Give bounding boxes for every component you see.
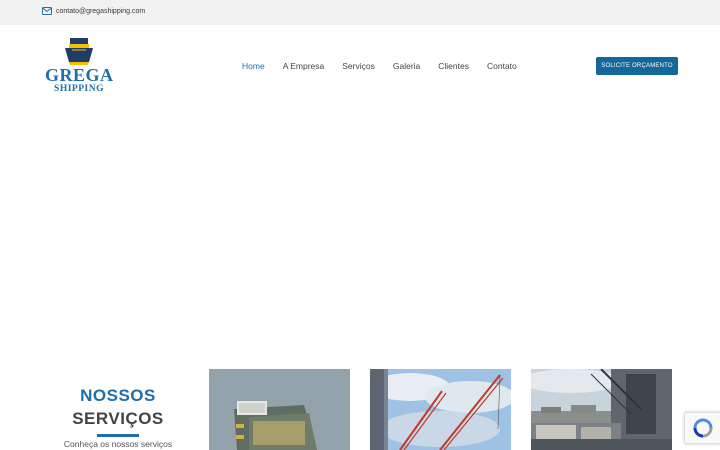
logo[interactable]: GREGA SHIPPING bbox=[44, 38, 114, 98]
service-image-port[interactable] bbox=[531, 369, 672, 450]
main-nav: Home A Empresa Serviços Galeria Clientes… bbox=[242, 61, 517, 71]
services-heading: NOSSOS SERVIÇOS Conheça os nossos serviç… bbox=[54, 385, 182, 449]
site-header: GREGA SHIPPING Home A Empresa Serviços G… bbox=[0, 25, 720, 110]
services-section: NOSSOS SERVIÇOS Conheça os nossos serviç… bbox=[0, 365, 720, 450]
recaptcha-icon bbox=[693, 418, 712, 438]
contact-email[interactable]: contato@gregashipping.com bbox=[42, 7, 145, 15]
service-image-cranes[interactable] bbox=[370, 369, 511, 450]
nav-item-empresa[interactable]: A Empresa bbox=[283, 61, 325, 71]
envelope-icon bbox=[42, 7, 52, 15]
logo-subtitle: SHIPPING bbox=[54, 84, 104, 94]
top-bar: contato@gregashipping.com bbox=[0, 0, 720, 25]
hero-area bbox=[0, 110, 720, 365]
nav-item-home[interactable]: Home bbox=[242, 61, 265, 71]
services-title-line2: SERVIÇOS bbox=[72, 409, 164, 428]
nav-item-galeria[interactable]: Galeria bbox=[393, 61, 420, 71]
services-title-line1: NOSSOS bbox=[80, 386, 156, 405]
nav-item-contato[interactable]: Contato bbox=[487, 61, 517, 71]
nav-item-servicos[interactable]: Serviços bbox=[342, 61, 375, 71]
service-image-barge[interactable] bbox=[209, 369, 350, 450]
nav-item-clientes[interactable]: Clientes bbox=[438, 61, 469, 71]
email-text[interactable]: contato@gregashipping.com bbox=[56, 8, 145, 15]
recaptcha-badge[interactable] bbox=[684, 412, 720, 444]
logo-brand: GREGA bbox=[45, 65, 114, 85]
ship-logo-icon bbox=[65, 38, 93, 65]
quote-button[interactable]: SOLICITE ORÇAMENTO bbox=[596, 57, 678, 75]
services-subtitle: Conheça os nossos serviços bbox=[63, 439, 173, 449]
title-underline bbox=[97, 434, 139, 437]
